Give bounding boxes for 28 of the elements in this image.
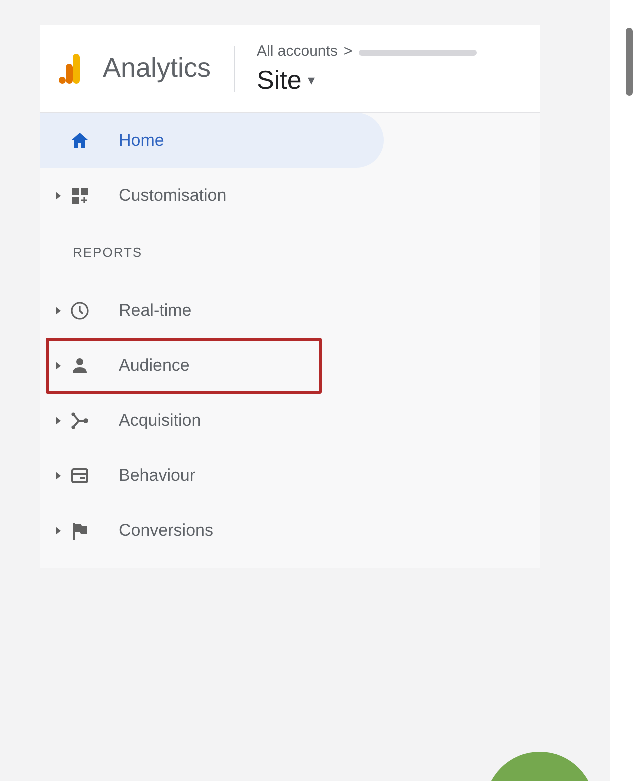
expand-arrow-icon[interactable] (56, 472, 61, 480)
nav-item[interactable]: Customisation (40, 168, 384, 223)
nav-item[interactable]: Home (40, 113, 384, 168)
breadcrumb-link[interactable]: All accounts (257, 41, 338, 64)
section-label: REPORTS (72, 244, 144, 262)
scrollbar-thumb[interactable] (626, 28, 633, 96)
expand-arrow-icon[interactable] (56, 192, 61, 200)
analytics-logo-icon (59, 54, 81, 84)
blurred-text-icon (358, 48, 477, 58)
nav-item[interactable]: Acquisition (40, 393, 384, 448)
clock-icon (71, 302, 89, 320)
grid-plus-icon (71, 186, 89, 204)
expand-arrow-icon[interactable] (56, 526, 61, 534)
flag-icon (71, 522, 89, 540)
nav-item[interactable]: Real-time (40, 283, 384, 338)
branch-icon (71, 412, 89, 430)
expand-arrow-icon[interactable] (56, 416, 61, 424)
breadcrumb-separator: > (344, 42, 353, 62)
person-icon (71, 356, 89, 374)
home-icon (71, 132, 89, 150)
expand-arrow-icon[interactable] (56, 306, 61, 314)
nav-item[interactable]: Audience (40, 338, 384, 393)
product-name: Analytics (103, 52, 212, 86)
property-selector[interactable]: Site ▾ (257, 64, 477, 96)
expand-arrow-icon[interactable] (56, 362, 61, 370)
window-icon (71, 466, 89, 484)
nav-item[interactable]: Behaviour (40, 448, 384, 503)
nav-item[interactable]: Conversions (40, 503, 384, 558)
